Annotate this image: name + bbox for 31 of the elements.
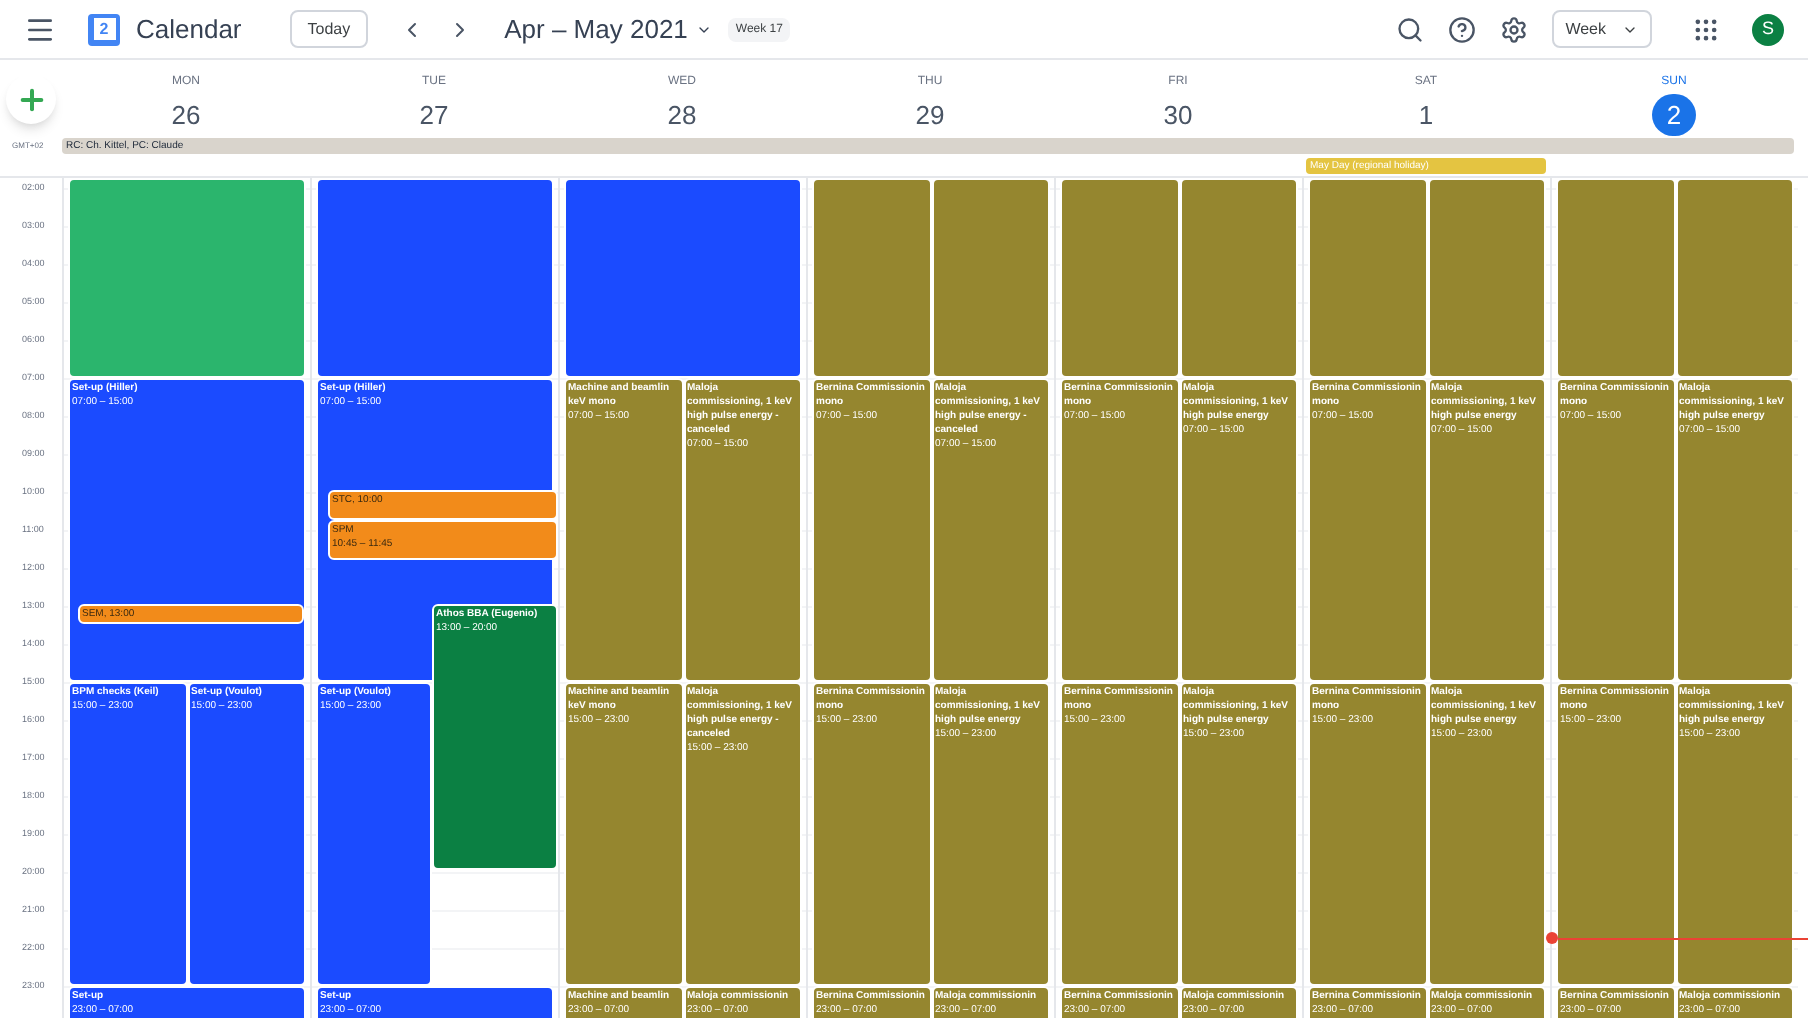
event-block[interactable]	[1308, 178, 1427, 378]
apps-icon[interactable]	[1692, 15, 1720, 43]
help-icon[interactable]	[1447, 15, 1476, 43]
settings-icon[interactable]	[1499, 15, 1528, 43]
event-block[interactable]	[316, 178, 554, 378]
day-number[interactable]: 30	[1156, 94, 1200, 136]
day-number[interactable]: 29	[908, 94, 952, 136]
event-block[interactable]	[812, 178, 931, 378]
search-icon[interactable]	[1395, 15, 1424, 43]
avatar[interactable]: S	[1752, 13, 1784, 45]
event-block[interactable]	[1060, 178, 1179, 378]
day-number[interactable]: 27	[412, 94, 456, 136]
day-number[interactable]: 26	[164, 94, 208, 136]
event-block[interactable]	[931, 178, 1050, 378]
event-block[interactable]	[1427, 178, 1546, 378]
event-block[interactable]	[1179, 178, 1298, 378]
event-block[interactable]	[68, 178, 306, 378]
app-title: Calendar	[136, 11, 242, 48]
calendar-logo-icon: 2	[88, 13, 120, 45]
event-block[interactable]	[564, 178, 802, 378]
day-number[interactable]: 28	[660, 94, 704, 136]
plus-icon	[15, 83, 47, 115]
today-button[interactable]: Today	[289, 10, 369, 48]
create-button[interactable]	[6, 74, 56, 124]
event-block[interactable]	[1556, 178, 1675, 378]
date-range-dropdown[interactable]: Apr – May 2021	[504, 9, 712, 49]
day-number[interactable]: 2	[1652, 94, 1696, 136]
event-block[interactable]	[1675, 178, 1794, 378]
day-number[interactable]: 1	[1404, 94, 1448, 136]
menu-icon[interactable]	[24, 13, 56, 45]
view-dropdown[interactable]: Week	[1551, 10, 1652, 48]
